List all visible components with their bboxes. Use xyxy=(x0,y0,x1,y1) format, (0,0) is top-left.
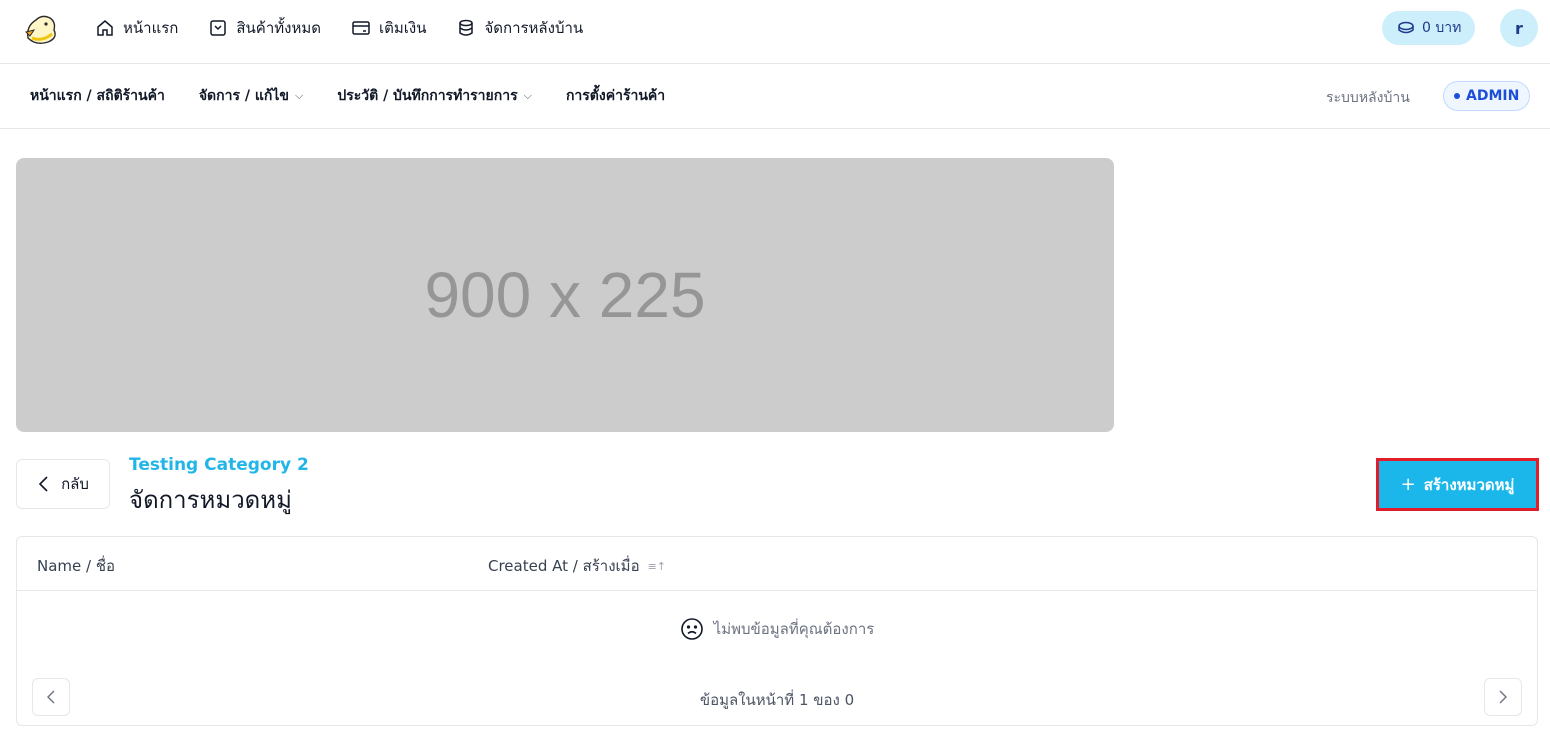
user-avatar[interactable]: r xyxy=(1500,9,1538,47)
table-header: Name / ชื่อ Created At / สร้างเมื่อ ≡↑ xyxy=(17,537,1537,591)
system-label: ระบบหลังบ้าน xyxy=(1326,90,1410,106)
product-box-icon xyxy=(210,20,227,36)
home-icon xyxy=(97,20,113,36)
coin-icon xyxy=(1398,21,1414,34)
admin-subnav: หน้าแรก / สถิติร้านค้า จัดการ / แก้ไข ⌵ … xyxy=(0,64,1550,129)
nav-topup-label: เติมเงิน xyxy=(378,19,427,37)
database-icon xyxy=(459,19,474,36)
admin-nav-manage[interactable]: จัดการ / แก้ไข ⌵ xyxy=(199,85,303,107)
nav-backoffice-label: จัดการหลังบ้าน xyxy=(484,19,584,37)
pagination-info: ข้อมูลในหน้าที่ 1 ของ 0 xyxy=(699,691,855,709)
admin-nav-history[interactable]: ประวัติ / บันทึกการทำรายการ ⌵ xyxy=(337,85,532,107)
top-navbar: หน้าแรก สินค้าทั้งหมด เติมเงิน จัดการหลั… xyxy=(0,0,1550,64)
balance-amount: 0 บาท xyxy=(1422,20,1462,36)
admin-nav-manage-label: จัดการ / แก้ไข xyxy=(198,88,289,104)
next-page-button[interactable] xyxy=(1484,678,1522,716)
create-category-label: สร้างหมวดหมู่ xyxy=(1423,475,1515,494)
nav-home-label: หน้าแรก xyxy=(123,19,179,37)
back-button[interactable]: กลับ xyxy=(16,459,110,509)
column-header-created-at[interactable]: Created At / สร้างเมื่อ ≡↑ xyxy=(488,554,666,578)
chevron-down-icon: ⌵ xyxy=(523,89,532,102)
chevron-right-icon xyxy=(1499,690,1507,704)
column-header-name-label: Name / ชื่อ xyxy=(37,557,116,575)
main-nav: หน้าแรก สินค้าทั้งหมด เติมเงิน จัดการหลั… xyxy=(95,0,583,56)
admin-nav-settings[interactable]: การตั้งค่าร้านค้า xyxy=(566,85,665,107)
banner-placeholder-text: 900 x 225 xyxy=(424,259,706,331)
role-badge-label: ADMIN xyxy=(1466,88,1520,104)
role-badge: ADMIN xyxy=(1443,81,1531,111)
nav-home[interactable]: หน้าแรก xyxy=(95,16,178,40)
parent-category-link[interactable]: Testing Category 2 xyxy=(129,455,309,475)
duck-logo-icon[interactable] xyxy=(22,8,62,48)
plus-icon: + xyxy=(1400,474,1416,495)
sad-face-icon xyxy=(680,618,703,640)
admin-nav-settings-label: การตั้งค่าร้านค้า xyxy=(565,88,666,104)
admin-nav-dashboard-label: หน้าแรก / สถิติร้านค้า xyxy=(30,88,165,104)
banner-image-placeholder: 900 x 225 xyxy=(16,158,1114,432)
chevron-left-icon xyxy=(38,476,48,492)
nav-all-products-label: สินค้าทั้งหมด xyxy=(236,19,321,37)
column-header-name[interactable]: Name / ชื่อ xyxy=(37,554,115,578)
nav-backoffice[interactable]: จัดการหลังบ้าน xyxy=(456,16,583,40)
status-dot-icon xyxy=(1454,93,1460,99)
back-button-label: กลับ xyxy=(61,475,89,493)
page-title: จัดการหมวดหมู่ xyxy=(129,486,292,514)
nav-all-products[interactable]: สินค้าทั้งหมด xyxy=(208,16,321,40)
chevron-down-icon: ⌵ xyxy=(294,89,304,102)
sort-icon[interactable]: ≡↑ xyxy=(648,560,666,573)
admin-nav: หน้าแรก / สถิติร้านค้า จัดการ / แก้ไข ⌵ … xyxy=(30,64,665,128)
admin-nav-dashboard[interactable]: หน้าแรก / สถิติร้านค้า xyxy=(30,85,165,107)
column-header-created-label: Created At / สร้างเมื่อ xyxy=(488,557,640,575)
admin-nav-history-label: ประวัติ / บันทึกการทำรายการ xyxy=(337,88,518,104)
create-category-button[interactable]: + สร้างหมวดหมู่ xyxy=(1376,458,1539,511)
empty-state-message: ไม่พบข้อมูลที่คุณต้องการ xyxy=(713,620,875,638)
category-table: Name / ชื่อ Created At / สร้างเมื่อ ≡↑ ไ… xyxy=(16,536,1538,726)
balance-badge[interactable]: 0 บาท xyxy=(1382,11,1476,45)
card-icon xyxy=(352,21,370,35)
nav-topup[interactable]: เติมเงิน xyxy=(351,16,426,40)
empty-state: ไม่พบข้อมูลที่คุณต้องการ xyxy=(17,617,1537,641)
